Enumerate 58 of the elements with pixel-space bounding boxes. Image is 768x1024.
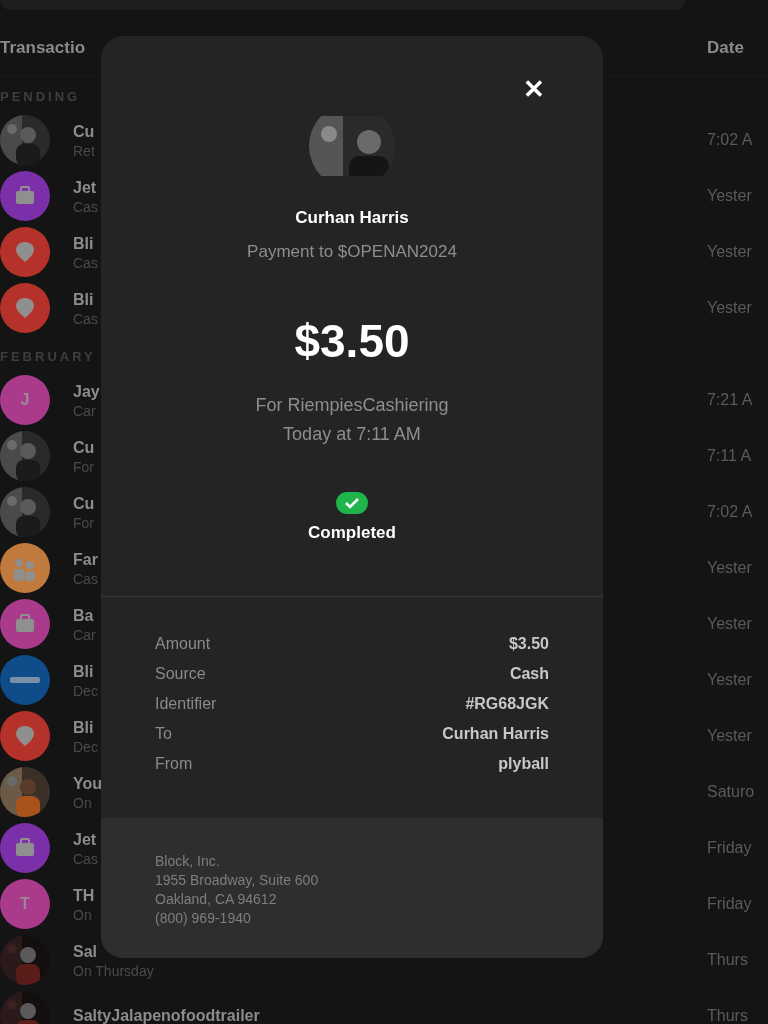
transaction-date: 7:11 A [707, 446, 752, 466]
transaction-name: TH [73, 885, 95, 906]
transaction-date: Thurs [707, 1006, 748, 1024]
transaction-date: Yester [707, 614, 752, 634]
recipient-name: Curhan Harris [295, 207, 409, 229]
transaction-date: Thurs [707, 950, 748, 970]
transaction-name: Bli [73, 717, 94, 738]
detail-label: From [155, 753, 193, 774]
transaction-name: SaltyJalapenofoodtrailer [73, 1006, 260, 1024]
payment-note: For RiempiesCashiering [255, 394, 449, 417]
payment-status: Completed [308, 522, 396, 544]
transaction-name: Jet [73, 177, 97, 198]
check-icon [336, 492, 368, 514]
transaction-name: Jet [73, 829, 97, 850]
close-button[interactable]: ✕ [523, 76, 545, 102]
payment-recipient: Payment to $OPENAN2024 [247, 240, 457, 263]
detail-value: $3.50 [508, 633, 549, 654]
transaction-name: You [73, 773, 103, 794]
transaction-date: Saturo [707, 782, 755, 802]
address-line: Block, Inc. [155, 852, 221, 871]
transaction-name: Bli [73, 661, 94, 682]
address-line: (800) 969-1940 [155, 909, 252, 928]
transaction-date: Yester [707, 726, 752, 746]
transaction-name: Jay [73, 381, 100, 402]
detail-value: Curhan Harris [442, 723, 549, 744]
transaction-name: Cu [73, 121, 95, 142]
transaction-name: Bli [73, 233, 94, 254]
address-line: 1955 Broadway, Suite 600 [155, 871, 320, 890]
transaction-name: Far [73, 549, 98, 570]
transaction-date: 7:02 A [707, 502, 753, 522]
detail-label: Identifier [155, 693, 217, 714]
transaction-name: Cu [73, 493, 95, 514]
transaction-date: Yester [707, 186, 752, 206]
transaction-name: Ba [73, 605, 94, 626]
column-header: Transactio [0, 36, 87, 59]
transaction-date: Yester [707, 298, 752, 318]
avatar-initial: J [0, 375, 50, 425]
transaction-name: Bli [73, 289, 94, 310]
detail-value: plyball [498, 753, 549, 774]
detail-value: Cash [509, 663, 549, 684]
transaction-date: Yester [707, 558, 752, 578]
transaction-date: Friday [707, 838, 752, 858]
transaction-date: 7:02 A [707, 130, 753, 150]
transaction-date: Yester [707, 242, 752, 262]
detail-label: Source [155, 663, 206, 684]
detail-label: Amount [155, 633, 211, 654]
transaction-name: Cu [73, 437, 95, 458]
payment-amount: $3.50 [294, 318, 410, 364]
payment-time: Today at 7:11 AM [283, 423, 421, 446]
address-line: Oakland, CA 94612 [155, 890, 278, 909]
detail-label: To [155, 723, 172, 744]
transaction-date: Friday [707, 894, 752, 914]
column-header: Date [707, 36, 744, 59]
transaction-date: Yester [707, 670, 752, 690]
transaction-date: 7:21 A [707, 390, 753, 410]
detail-value: #RG68JGK [465, 693, 549, 714]
transaction-name: Sal [73, 941, 97, 962]
avatar-initial: T [0, 879, 50, 929]
